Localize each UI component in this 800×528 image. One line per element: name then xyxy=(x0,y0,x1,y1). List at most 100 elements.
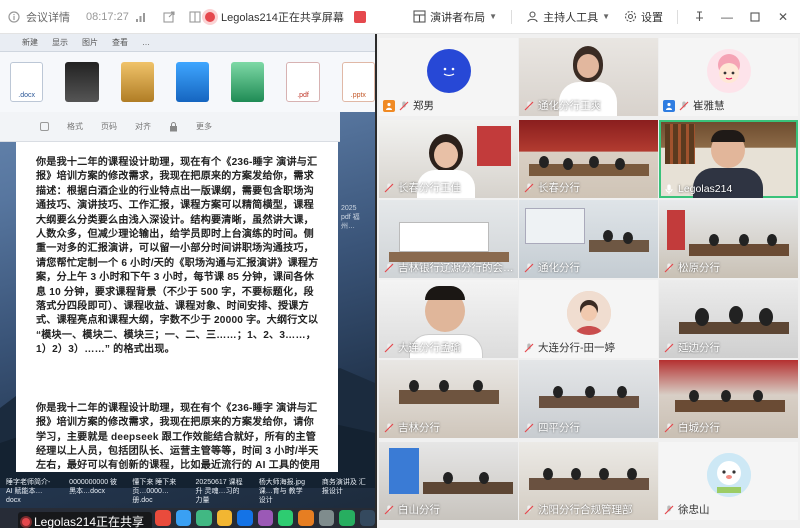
close-icon[interactable]: ✕ xyxy=(776,10,790,24)
document-page: 你是我十二年的课程设计助理，现在有个《236-睡字 演讲与汇报》培训方案的修改需… xyxy=(16,142,338,472)
shared-screen: 新建 显示 图片 查看 … .docx .pdf .pptx 格式 页码 对齐 … xyxy=(0,34,375,528)
app-icon[interactable] xyxy=(175,510,192,526)
minimize-icon[interactable]: — xyxy=(720,10,734,24)
more-button[interactable]: 更多 xyxy=(196,121,212,132)
participant-tile[interactable]: 吉林分行 xyxy=(379,360,518,438)
participant-tile[interactable]: 白山分行 xyxy=(379,442,518,520)
explorer-item[interactable]: 显示 xyxy=(52,37,68,48)
stop-share-button[interactable] xyxy=(353,10,366,23)
image-file-icon[interactable] xyxy=(231,62,265,102)
chevron-down-icon: ▼ xyxy=(489,12,498,21)
gear-icon xyxy=(624,10,637,23)
app-icon[interactable] xyxy=(339,510,355,526)
host-tools-menu[interactable]: 主持人工具 ▼ xyxy=(526,9,610,25)
app-icon[interactable] xyxy=(257,510,273,526)
participant-tile[interactable]: 沈阳分行合规管理部 xyxy=(519,442,658,520)
video-table xyxy=(399,390,499,404)
participant-tile[interactable]: Legolas214 xyxy=(659,120,798,198)
participant-tile[interactable]: 四平分行 xyxy=(519,360,658,438)
explorer-item[interactable]: 查看 xyxy=(112,37,128,48)
desktop-file-label[interactable]: 睡字老师简介-AI 赋能本…docx xyxy=(6,478,55,508)
participant-name: 通化分行 xyxy=(538,262,580,274)
video-table xyxy=(675,400,785,412)
video-person-hair xyxy=(711,130,745,142)
checkbox-icon[interactable] xyxy=(40,122,49,131)
desktop-file-label[interactable]: 20250617 课程升 灵魂…习的力量 xyxy=(196,478,245,508)
participant-tile[interactable]: 徐忠山 xyxy=(659,442,798,520)
desktop-file-labels: 睡字老师简介-AI 赋能本…docx 0000000000 彼黑本…docx 懂… xyxy=(6,478,371,508)
participant-name: 大连分行孟瑜 xyxy=(398,342,461,354)
video-person xyxy=(603,230,613,242)
signal-icon xyxy=(135,11,147,23)
app-icon[interactable] xyxy=(298,510,314,526)
sharing-badge-label: Legolas214正在共享 xyxy=(34,515,145,528)
participant-name: 延边分行 xyxy=(678,342,720,354)
lock-icon[interactable] xyxy=(169,121,178,132)
mic-muted-icon xyxy=(523,504,535,516)
page-number-button[interactable]: 页码 xyxy=(101,121,117,132)
desktop-file-label[interactable]: 杨大师海报.jpg 课…育与 教学设计 xyxy=(259,478,308,508)
participant-name: 长春分行 xyxy=(538,182,580,194)
settings-button[interactable]: 设置 xyxy=(624,9,663,25)
desktop-side-text: 2025 pdf 福州… xyxy=(341,205,360,230)
mic-muted-icon xyxy=(383,422,395,434)
pin-icon[interactable] xyxy=(692,10,706,24)
video-person xyxy=(589,156,599,168)
format-button[interactable]: 格式 xyxy=(67,121,83,132)
mic-muted-icon xyxy=(663,262,675,274)
app-icon[interactable] xyxy=(216,510,233,526)
avatar xyxy=(706,48,751,93)
pdf-file-icon[interactable]: .pdf xyxy=(286,62,320,102)
sharing-indicator-icon xyxy=(205,11,215,22)
layout-icon[interactable] xyxy=(189,10,201,23)
mic-muted-icon xyxy=(523,182,535,194)
participant-tile[interactable]: 白城分行 xyxy=(659,360,798,438)
participant-name: 大连分行-田一婷 xyxy=(538,342,615,354)
app-icon[interactable] xyxy=(277,510,294,526)
image-file-icon[interactable] xyxy=(120,62,154,102)
participant-tile[interactable]: 松原分行 xyxy=(659,200,798,278)
participant-tile[interactable]: 崔雅慧 xyxy=(659,38,798,116)
participant-tile[interactable]: 延边分行 xyxy=(659,280,798,358)
mic-muted-icon xyxy=(398,100,410,112)
app-icon[interactable] xyxy=(237,510,253,526)
image-file-icon[interactable] xyxy=(175,62,210,102)
explorer-item[interactable]: … xyxy=(142,38,150,47)
desktop-file-label[interactable]: 0000000000 彼黑本…docx xyxy=(69,478,118,508)
pptx-file-icon[interactable]: .pptx xyxy=(341,62,375,102)
video-person xyxy=(739,234,749,246)
speaker-layout-menu[interactable]: 演讲者布局 ▼ xyxy=(413,9,497,25)
app-icon[interactable] xyxy=(318,510,335,526)
maximize-icon[interactable] xyxy=(748,10,762,24)
participant-grid: 郑男 通化分行王爽 崔雅慧 长春分行王佳 长春分行 Legolas214 吉林银… xyxy=(377,34,800,528)
video-person xyxy=(729,306,743,324)
participant-tile[interactable]: 通化分行 xyxy=(519,200,658,278)
participant-tile[interactable]: 大连分行-田一婷 xyxy=(519,280,658,358)
popout-icon[interactable] xyxy=(163,10,175,23)
video-person xyxy=(627,468,637,480)
participant-tile[interactable]: 郑男 xyxy=(379,38,518,116)
align-button[interactable]: 对齐 xyxy=(135,121,151,132)
sharing-badge[interactable]: Legolas214正在共享 xyxy=(18,512,153,528)
host-badge-icon xyxy=(383,99,395,112)
host-icon xyxy=(526,10,539,23)
desktop-file-label[interactable]: 懂下来 睡下来 页…0000…册.doc xyxy=(132,478,181,508)
app-icon[interactable] xyxy=(359,510,375,526)
participant-tile[interactable]: 吉林银行辽源分行的会… xyxy=(379,200,518,278)
explorer-item[interactable]: 新建 xyxy=(22,37,38,48)
meeting-details-link[interactable]: 会议详情 xyxy=(26,9,70,25)
participant-tile[interactable]: 长春分行 xyxy=(519,120,658,198)
participant-tile[interactable]: 长春分行王佳 xyxy=(379,120,518,198)
app-icon[interactable] xyxy=(196,510,212,526)
desktop-file-label[interactable]: 商务演讲及 汇报设计 xyxy=(322,478,371,508)
sharer-label: Legolas214正在共享屏幕 xyxy=(221,11,344,24)
participant-tile[interactable]: 大连分行孟瑜 xyxy=(379,280,518,358)
app-icon[interactable] xyxy=(155,510,171,526)
image-file-icon[interactable] xyxy=(65,62,99,102)
info-icon[interactable] xyxy=(8,10,20,23)
docx-file-icon[interactable]: .docx xyxy=(10,62,44,102)
participant-name: 白城分行 xyxy=(678,422,720,434)
participant-tile[interactable]: 通化分行王爽 xyxy=(519,38,658,116)
explorer-item[interactable]: 图片 xyxy=(82,37,98,48)
participant-name: 松原分行 xyxy=(678,262,720,274)
